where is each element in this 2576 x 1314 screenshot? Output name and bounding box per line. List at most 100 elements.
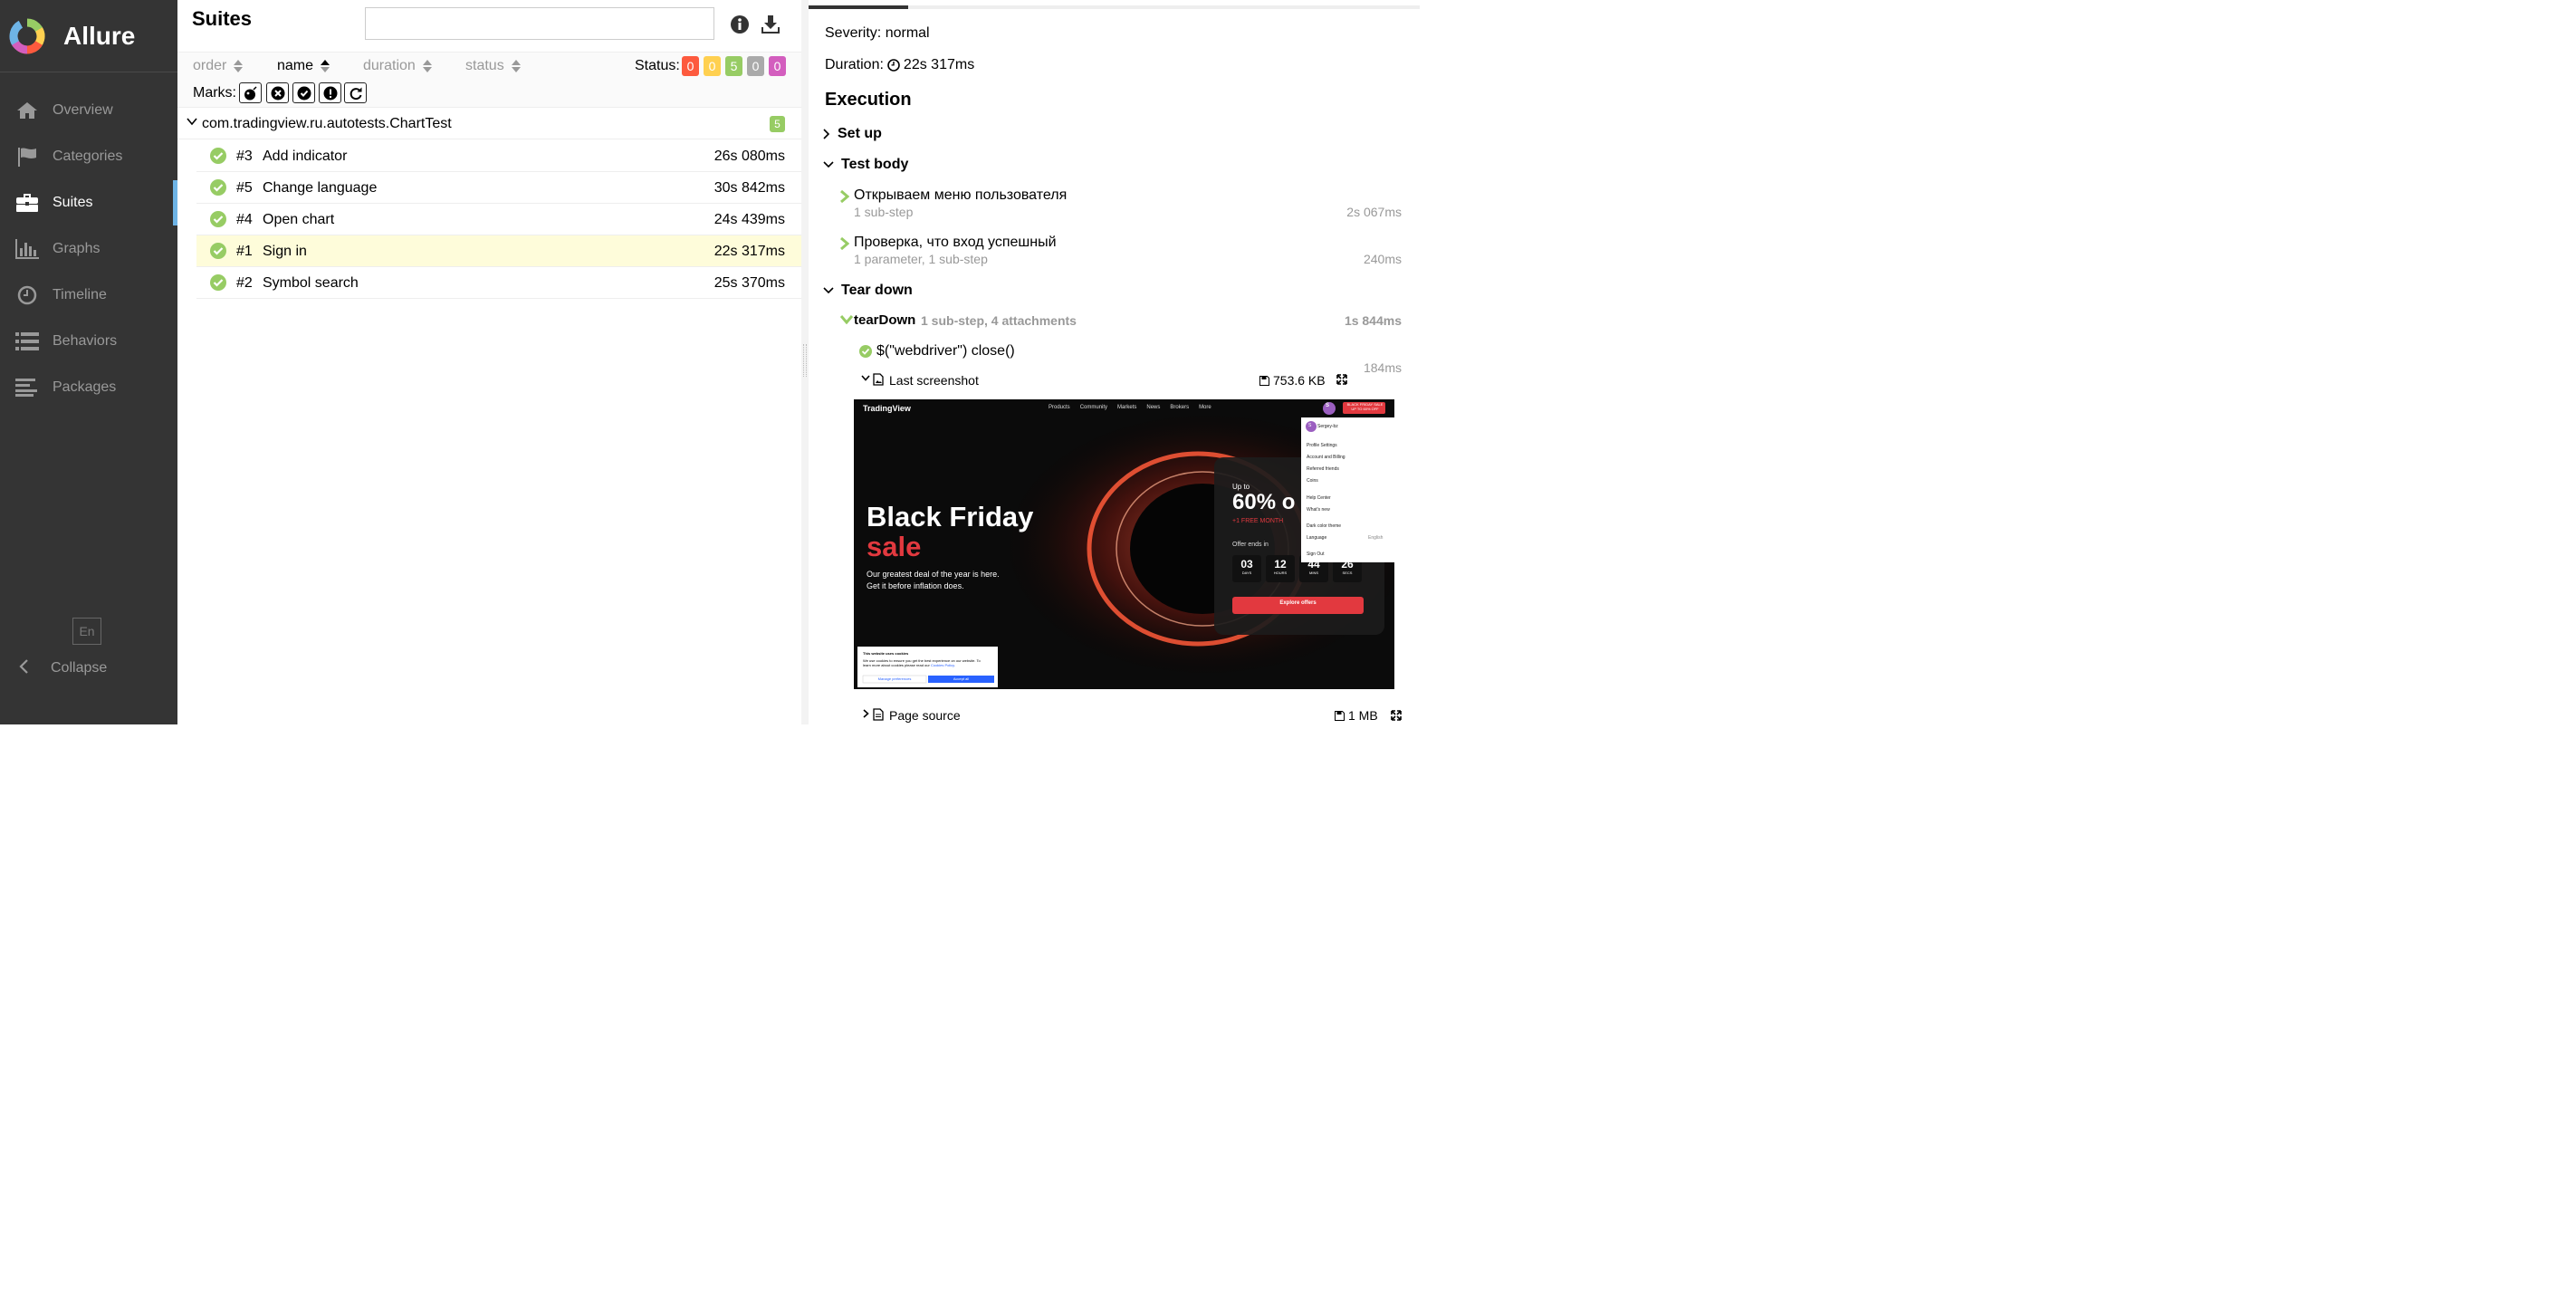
download-icon[interactable] [761,14,780,34]
duration-row: Duration: 22s 317ms [825,57,974,73]
chevron-left-icon [18,658,29,678]
tv-headline-sale: sale [867,531,922,562]
sort-order[interactable]: order [193,58,244,74]
attachment-size: 753.6 KB [1259,373,1326,388]
status-skipped-badge[interactable]: 0 [747,56,764,76]
tv-menu-item: What's new [1307,507,1330,513]
sort-duration-label: duration [363,58,416,73]
flag-icon [15,147,39,167]
mark-new-passed-button[interactable] [292,82,315,103]
teardown-step[interactable]: tearDown 1 sub-step, 4 attachments 1s 84… [840,312,1402,331]
mark-new-failed-button[interactable] [266,82,289,103]
chevron-right-icon [840,190,849,203]
tv-menu-language-value: English [1368,535,1384,541]
status-passed-badge[interactable]: 5 [725,56,742,76]
setup-section[interactable]: Set up [823,126,882,142]
suite-group[interactable]: com.tradingview.ru.autotests.ChartTest 5 [177,109,801,139]
tv-menu-item: Coins [1307,478,1318,484]
status-broken-badge[interactable]: 0 [704,56,721,76]
attachment-item[interactable]: Page source 1 MB [861,706,1404,724]
check-circle-icon [297,86,311,100]
test-number: #2 [236,275,253,291]
suites-pane: Suites order name duration status Status… [177,0,801,724]
pane-splitter[interactable] [801,0,809,724]
status-unknown-badge[interactable]: 0 [769,56,786,76]
tab-bar [809,5,1420,9]
tv-menu-item: Sign Out [1307,551,1325,557]
tv-cookie-banner: This website uses cookies We use cookies… [863,651,994,667]
sidebar-item-overview[interactable]: Overview [0,88,177,133]
sidebar-item-behaviors[interactable]: Behaviors [0,319,177,364]
status-failed-badge[interactable]: 0 [682,56,699,76]
tv-menu-user: Sergey-bz [1317,424,1338,429]
test-row[interactable]: #4 Open chart 24s 439ms [196,204,801,235]
tv-countdown-value: 26 [1341,558,1354,571]
tv-headline: Black Friday [867,501,1034,532]
tv-nav-item: News [1146,405,1161,410]
substep-item[interactable]: $("webdriver") close() [859,343,1015,360]
language-button[interactable]: En [72,618,101,645]
splitter-grip[interactable] [803,344,807,377]
sort-duration[interactable]: duration [363,58,432,74]
tv-tagline: Our greatest deal of the year is here. [867,570,1000,579]
tv-countdown-value: 12 [1274,558,1287,571]
sidebar-item-label: Graphs [53,241,101,256]
test-row[interactable]: #5 Change language 30s 842ms [196,172,801,204]
sidebar-item-graphs[interactable]: Graphs [0,226,177,272]
sidebar-item-packages[interactable]: Packages [0,365,177,410]
brand[interactable]: Allure [0,0,177,72]
mark-new-broken-button[interactable] [319,82,341,103]
sidebar-item-suites[interactable]: Suites [0,180,177,225]
teardown-step-title: tearDown [854,312,916,328]
expand-icon[interactable] [1336,374,1347,385]
sidebar: Allure Overview Categories Suites Graphs… [0,0,177,724]
sidebar-item-timeline[interactable]: Timeline [0,273,177,318]
teardown-section[interactable]: Tear down [823,283,913,299]
mark-retries-button[interactable] [344,82,367,103]
collapse-button[interactable]: Collapse [0,657,107,680]
tv-countdown-mins: 44 MINS [1299,558,1328,575]
test-name: Sign in [263,244,307,259]
tv-countdown-secs: 26 SECS [1333,558,1362,575]
tv-offer-pct: 60% o [1232,490,1296,514]
tv-offer-free: +1 FREE MONTH [1232,518,1284,524]
step-item[interactable]: Проверка, что вход успешный 1 parameter,… [840,235,1402,271]
step-item[interactable]: Открываем меню пользователя 1 sub-step 2… [840,187,1402,224]
passed-icon [210,274,226,291]
x-circle-icon [271,86,284,100]
tv-cookie-text: learn more about cookies please read our [863,663,930,667]
test-row[interactable]: #3 Add indicator 26s 080ms [196,140,801,172]
mark-flaky-button[interactable] [239,82,262,103]
info-icon[interactable] [730,14,750,34]
sort-status[interactable]: status [465,58,521,74]
test-body-section[interactable]: Test body [823,157,908,173]
search-input[interactable] [365,7,714,40]
test-name: Open chart [263,212,335,227]
attachment-item[interactable]: Last screenshot 753.6 KB [861,371,1404,389]
test-name: Change language [263,180,378,196]
tab-active-indicator[interactable] [809,5,908,9]
app-name: Allure [63,22,136,50]
tv-countdown-unit: HOURS [1273,571,1288,575]
tv-countdown-unit: SECS [1342,571,1353,575]
save-icon [1335,710,1345,721]
expand-icon[interactable] [1391,710,1402,721]
attachment-screenshot[interactable]: TradingView Products Community Markets N… [854,399,1394,689]
tv-menu-avatar-letter: S [1308,423,1312,428]
bar-chart-icon [15,239,39,259]
test-row[interactable]: #2 Symbol search 25s 370ms [196,267,801,299]
tv-nav-item: More [1199,405,1211,410]
tv-nav-item: Community [1079,405,1108,410]
test-duration: 24s 439ms [713,212,785,227]
marks-bar: Marks: [177,81,801,108]
attachment-size: 1 MB [1335,708,1378,723]
chevron-down-icon [840,315,853,324]
setup-label: Set up [838,126,882,141]
step-title: Открываем меню пользователя [854,187,1068,203]
test-row-selected[interactable]: #1 Sign in 22s 317ms [196,235,801,267]
tv-menu-item: Profile Settings [1307,443,1337,448]
passed-icon [210,243,226,259]
sidebar-item-categories[interactable]: Categories [0,134,177,179]
sort-name[interactable]: name [277,58,330,74]
marks-label: Marks: [193,85,236,101]
